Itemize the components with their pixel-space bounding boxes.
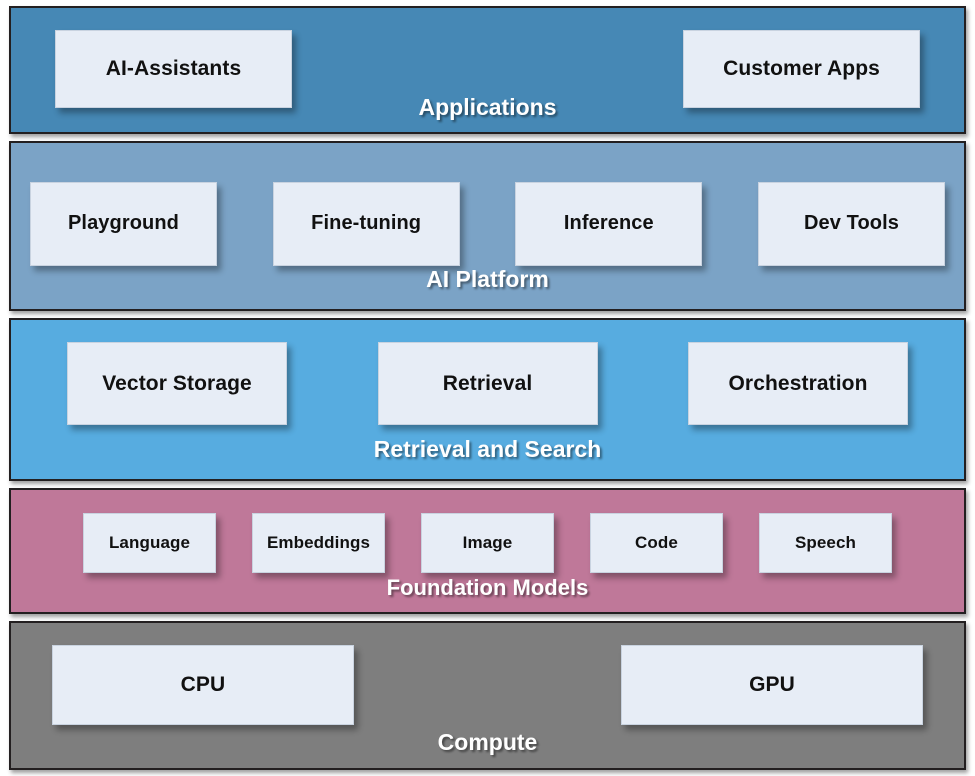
component-box[interactable]: Inference <box>515 181 703 266</box>
layer-foundation-models: Language Embeddings Image Code Speech Fo… <box>9 487 966 615</box>
component-box[interactable]: Vector Storage <box>67 342 287 426</box>
layer-ai-platform: Playground Fine-tuning Inference Dev Too… <box>9 140 966 312</box>
component-box[interactable]: Speech <box>759 512 892 573</box>
architecture-stack-diagram: AI-Assistants Customer Apps Applications… <box>0 0 975 776</box>
layer-title: AI Platform <box>426 266 549 293</box>
layer-title: Foundation Models <box>386 575 589 601</box>
component-box[interactable]: Code <box>590 512 723 573</box>
component-box[interactable]: Embeddings <box>252 512 385 573</box>
layer-retrieval-and-search: Vector Storage Retrieval Orchestration R… <box>9 318 966 481</box>
layer-retrieval-and-search-components: Vector Storage Retrieval Orchestration <box>11 342 964 426</box>
layer-compute: CPU GPU Compute <box>9 621 966 771</box>
component-box[interactable]: Fine-tuning <box>272 181 460 266</box>
layer-ai-platform-components: Playground Fine-tuning Inference Dev Too… <box>11 181 964 266</box>
component-box[interactable]: Retrieval <box>377 342 598 426</box>
layer-foundation-models-components: Language Embeddings Image Code Speech <box>11 512 964 573</box>
component-box[interactable]: Playground <box>30 181 217 266</box>
component-box[interactable]: Orchestration <box>688 342 908 426</box>
layer-title: Compute <box>437 729 538 756</box>
component-box[interactable]: Dev Tools <box>757 181 945 266</box>
layer-compute-components: CPU GPU <box>11 645 964 726</box>
layer-applications: AI-Assistants Customer Apps Applications <box>9 6 966 134</box>
component-box[interactable]: CPU <box>52 645 354 726</box>
component-box[interactable]: Language <box>83 512 216 573</box>
component-box[interactable]: Image <box>421 512 554 573</box>
layer-title: Retrieval and Search <box>373 435 602 462</box>
component-box[interactable]: GPU <box>621 645 923 726</box>
layer-title: Applications <box>418 93 557 120</box>
